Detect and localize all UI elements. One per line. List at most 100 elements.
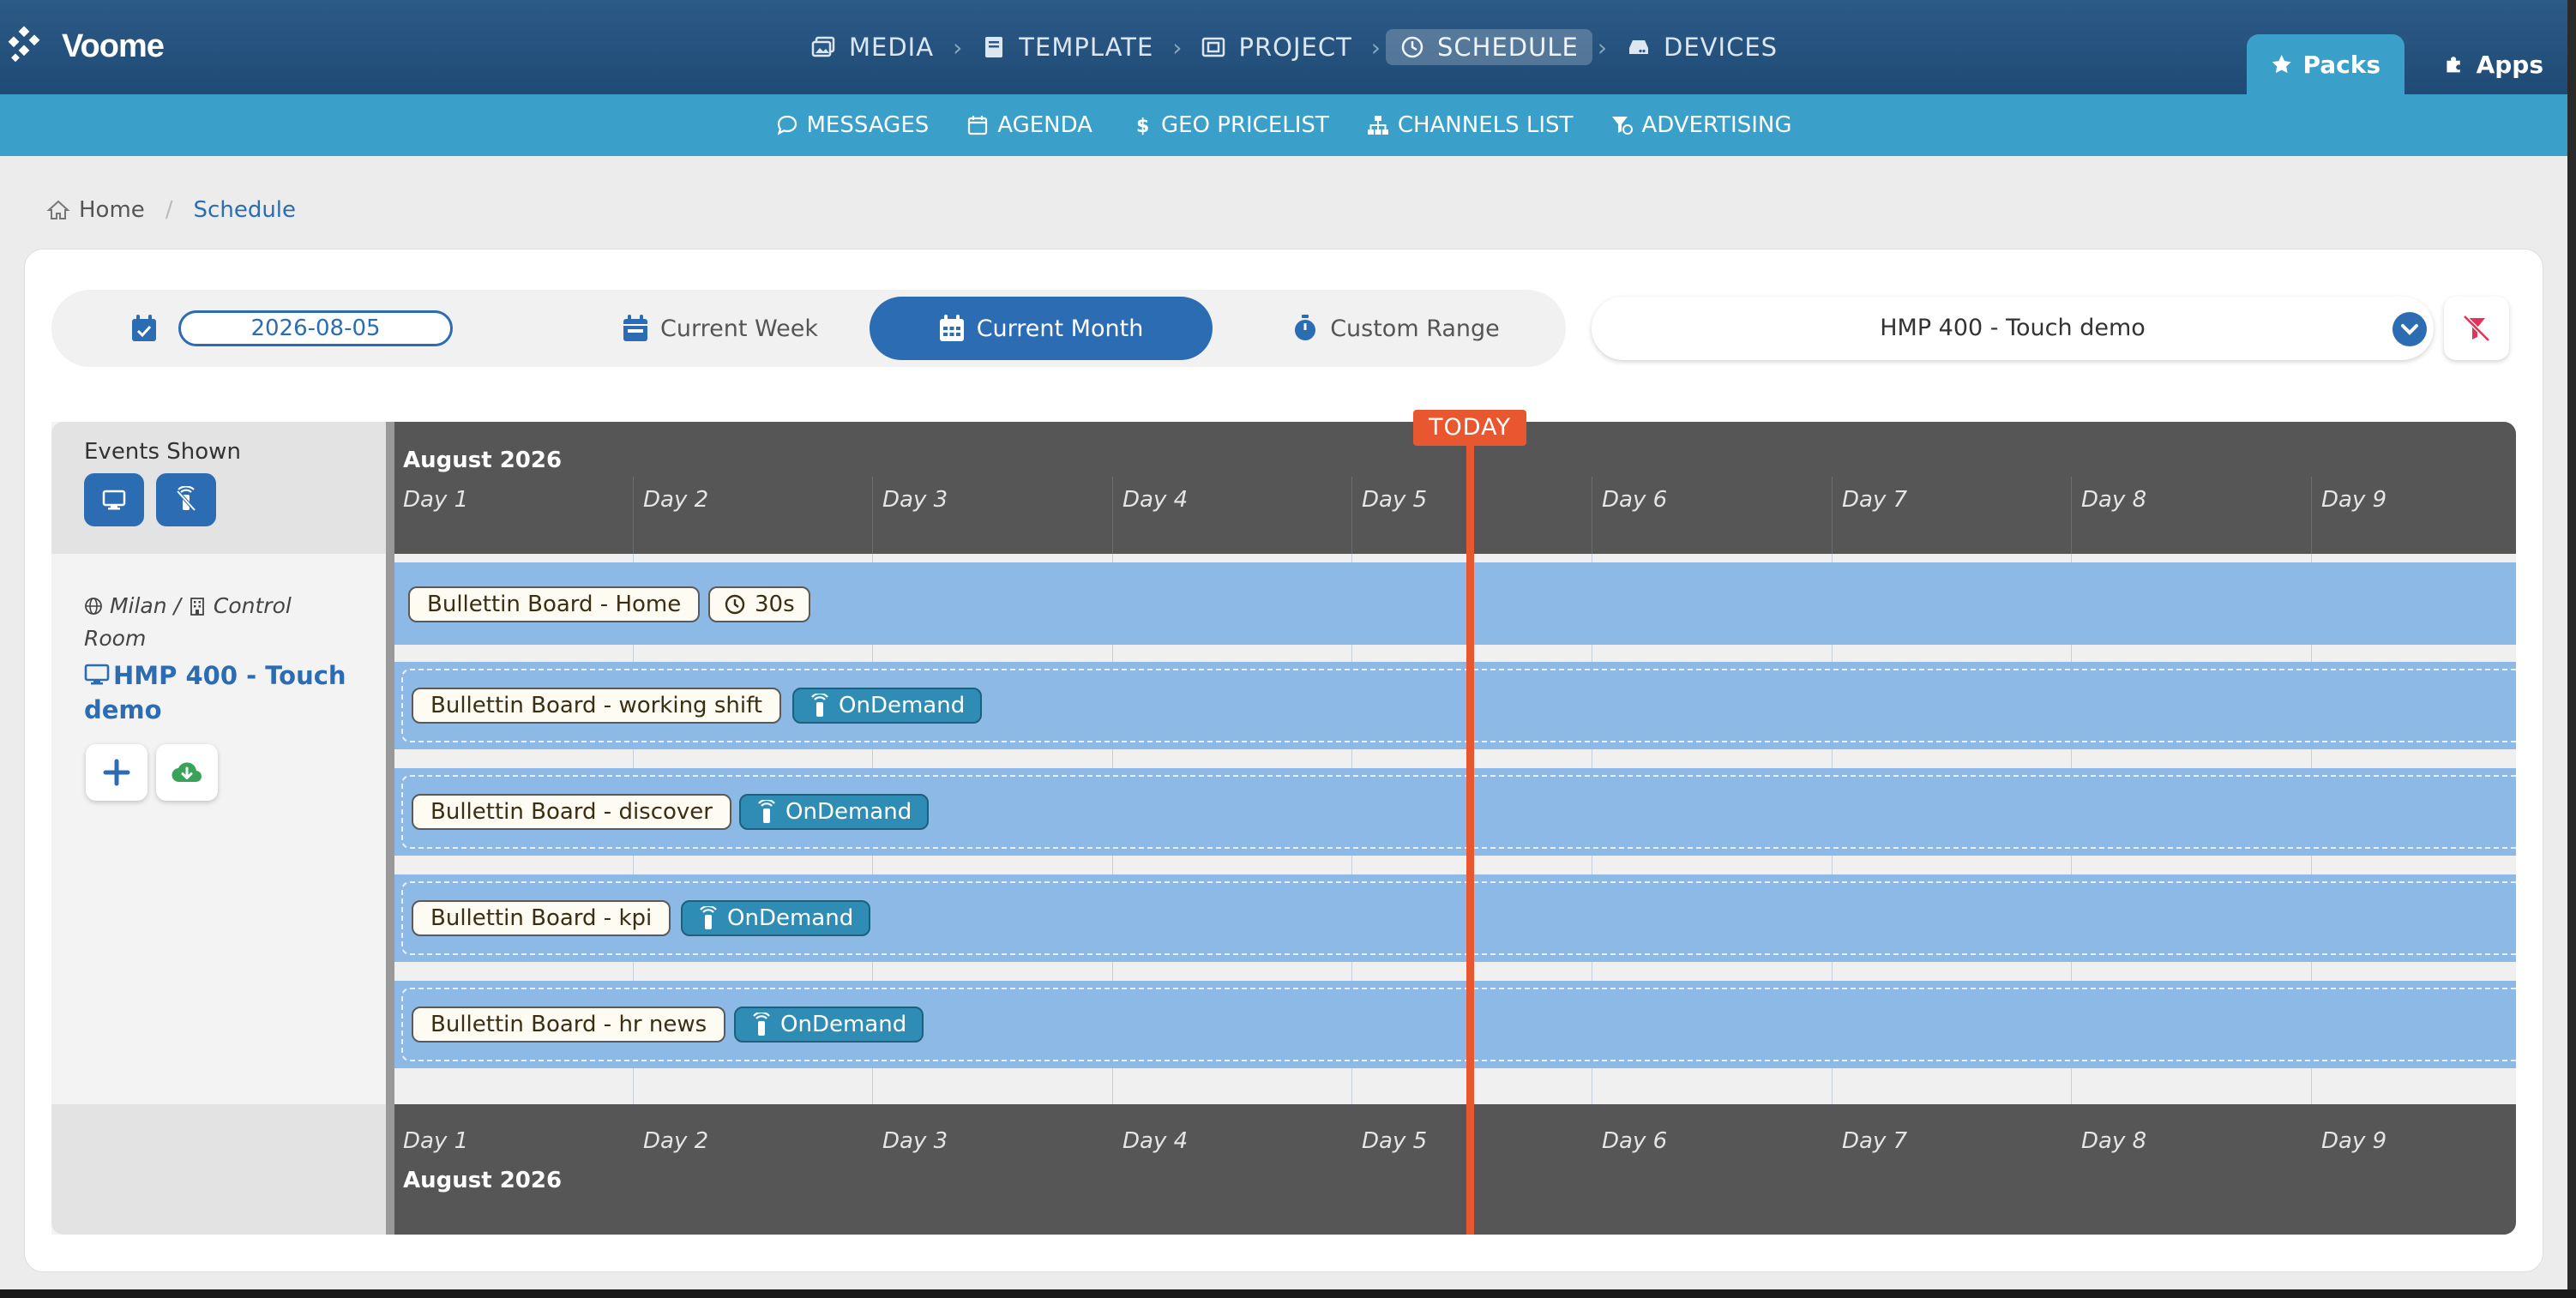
day-label: Day 7 bbox=[1842, 1128, 1908, 1154]
subnav-label: AGENDA bbox=[997, 112, 1092, 138]
nav-step-label: PROJECT bbox=[1238, 33, 1352, 62]
device-select-value: HMP 400 - Touch demo bbox=[1880, 315, 2146, 341]
chevron-right-icon: › bbox=[1597, 33, 1608, 62]
subnav-agenda[interactable]: AGENDA bbox=[966, 112, 1092, 138]
clock-icon bbox=[1401, 36, 1423, 58]
cloud-download-icon bbox=[172, 762, 202, 783]
clock-icon bbox=[725, 594, 745, 615]
date-input[interactable]: 2026-08-05 bbox=[178, 310, 453, 346]
event-chip[interactable]: Bullettin Board - hr news bbox=[412, 1007, 726, 1043]
book-icon bbox=[985, 37, 1003, 57]
resource-divider[interactable] bbox=[386, 422, 394, 1235]
home-icon bbox=[46, 200, 70, 219]
device-select[interactable]: HMP 400 - Touch demo bbox=[1592, 297, 2434, 360]
event-chip[interactable]: Bullettin Board - working shift bbox=[412, 688, 781, 724]
day-gridline bbox=[2311, 477, 2312, 554]
packs-tab[interactable]: Packs bbox=[2247, 34, 2404, 94]
apps-tab[interactable]: Apps bbox=[2420, 34, 2567, 94]
nav-step-template[interactable]: TEMPLATE bbox=[967, 29, 1167, 65]
event-lane[interactable]: Bullettin Board - hr news OnDemand bbox=[394, 981, 2516, 1068]
current-week-button[interactable]: Current Week bbox=[592, 297, 849, 360]
secondary-navbar: MESSAGES AGENDA $ GEO PRICELIST CHANNELS… bbox=[0, 94, 2567, 156]
day-label: Day 1 bbox=[403, 1128, 469, 1154]
subnav-label: CHANNELS LIST bbox=[1397, 112, 1574, 138]
add-event-button[interactable] bbox=[86, 744, 147, 801]
event-lane[interactable]: Bullettin Board - discover OnDemand bbox=[394, 768, 2516, 856]
resource-footer bbox=[51, 1104, 388, 1235]
nav-step-devices[interactable]: DEVICES bbox=[1612, 29, 1791, 65]
day-label: Day 6 bbox=[1602, 1128, 1668, 1154]
custom-range-label: Custom Range bbox=[1330, 315, 1500, 342]
subnav-label: ADVERTISING bbox=[1641, 112, 1792, 138]
breadcrumb-home[interactable]: Home bbox=[46, 197, 145, 223]
ondemand-label: OnDemand bbox=[727, 905, 854, 931]
day-label: Day 2 bbox=[643, 487, 709, 513]
filter-clear-icon bbox=[2462, 314, 2491, 343]
remote-icon bbox=[700, 906, 717, 929]
custom-range-button[interactable]: Custom Range bbox=[1276, 297, 1516, 360]
event-lane[interactable]: Bullettin Board - Home 30s bbox=[394, 562, 2516, 645]
download-button[interactable] bbox=[156, 744, 218, 801]
star-icon bbox=[2272, 54, 2291, 74]
event-chip[interactable]: Bullettin Board - Home bbox=[408, 586, 701, 622]
building-icon bbox=[190, 598, 204, 616]
event-lane[interactable]: Bullettin Board - kpi OnDemand bbox=[394, 874, 2516, 962]
remote-off-icon bbox=[176, 486, 196, 512]
calendar-check-icon[interactable] bbox=[130, 314, 158, 343]
day-gridline bbox=[872, 477, 873, 554]
breadcrumb-separator: / bbox=[165, 197, 173, 223]
remote-icon bbox=[811, 694, 828, 717]
calendar-month-icon bbox=[939, 315, 964, 341]
current-month-label: Current Month bbox=[976, 315, 1144, 342]
subnav-geo-pricelist[interactable]: $ GEO PRICELIST bbox=[1130, 112, 1329, 138]
nav-step-project[interactable]: PROJECT bbox=[1187, 29, 1365, 65]
duration-badge: 30s bbox=[708, 586, 810, 622]
plus-icon bbox=[103, 759, 130, 786]
nav-step-schedule[interactable]: SCHEDULE bbox=[1386, 29, 1592, 65]
ondemand-label: OnDemand bbox=[839, 693, 966, 718]
logo-icon bbox=[8, 26, 40, 63]
device-name-link[interactable]: HMP 400 - Touch demo bbox=[84, 658, 358, 727]
sitemap-icon bbox=[1367, 116, 1388, 135]
puzzle-icon bbox=[2447, 57, 2460, 73]
remote-icon bbox=[758, 800, 775, 823]
show-screen-events-toggle[interactable] bbox=[84, 473, 144, 526]
calendar-icon bbox=[968, 116, 988, 135]
chevron-right-icon: › bbox=[953, 33, 963, 62]
nav-step-media[interactable]: MEDIA bbox=[797, 29, 948, 65]
subnav-advertising[interactable]: ADVERTISING bbox=[1610, 112, 1792, 138]
day-label: Day 1 bbox=[403, 487, 469, 513]
day-label: Day 2 bbox=[643, 1128, 709, 1154]
ondemand-badge: OnDemand bbox=[739, 794, 930, 830]
subnav-label: MESSAGES bbox=[806, 112, 930, 138]
chevron-right-icon: › bbox=[1172, 33, 1183, 62]
current-month-button[interactable]: Current Month bbox=[870, 297, 1213, 360]
ad-filter-icon bbox=[1612, 117, 1634, 135]
remote-icon bbox=[753, 1013, 770, 1036]
day-label: Day 5 bbox=[1362, 1128, 1428, 1154]
chevron-down-icon[interactable] bbox=[2392, 312, 2427, 346]
location-separator: / bbox=[173, 593, 181, 618]
event-lane[interactable]: Bullettin Board - working shift OnDemand bbox=[394, 662, 2516, 749]
event-chip[interactable]: Bullettin Board - kpi bbox=[412, 900, 671, 936]
subnav-channels-list[interactable]: CHANNELS LIST bbox=[1367, 112, 1574, 138]
day-label: Day 8 bbox=[2081, 487, 2147, 513]
device-location: Milan / Control Room bbox=[84, 590, 358, 655]
event-chip[interactable]: Bullettin Board - discover bbox=[412, 794, 731, 830]
nav-step-label: MEDIA bbox=[849, 33, 935, 62]
app-logo[interactable]: Voome bbox=[7, 19, 165, 74]
window-edge bbox=[2567, 0, 2576, 1298]
ondemand-badge: OnDemand bbox=[792, 688, 983, 724]
clear-filter-button[interactable] bbox=[2444, 297, 2509, 360]
project-icon bbox=[1202, 37, 1225, 57]
show-ondemand-events-toggle[interactable] bbox=[156, 473, 216, 526]
day-label: Day 5 bbox=[1362, 487, 1428, 513]
day-label: Day 9 bbox=[2321, 1128, 2387, 1154]
location-city: Milan bbox=[109, 593, 167, 618]
day-label: Day 4 bbox=[1122, 487, 1189, 513]
apps-label: Apps bbox=[2476, 50, 2543, 79]
desktop-icon bbox=[102, 490, 126, 510]
ondemand-label: OnDemand bbox=[780, 1012, 907, 1037]
subnav-messages[interactable]: MESSAGES bbox=[776, 112, 930, 138]
globe-icon bbox=[85, 598, 102, 615]
